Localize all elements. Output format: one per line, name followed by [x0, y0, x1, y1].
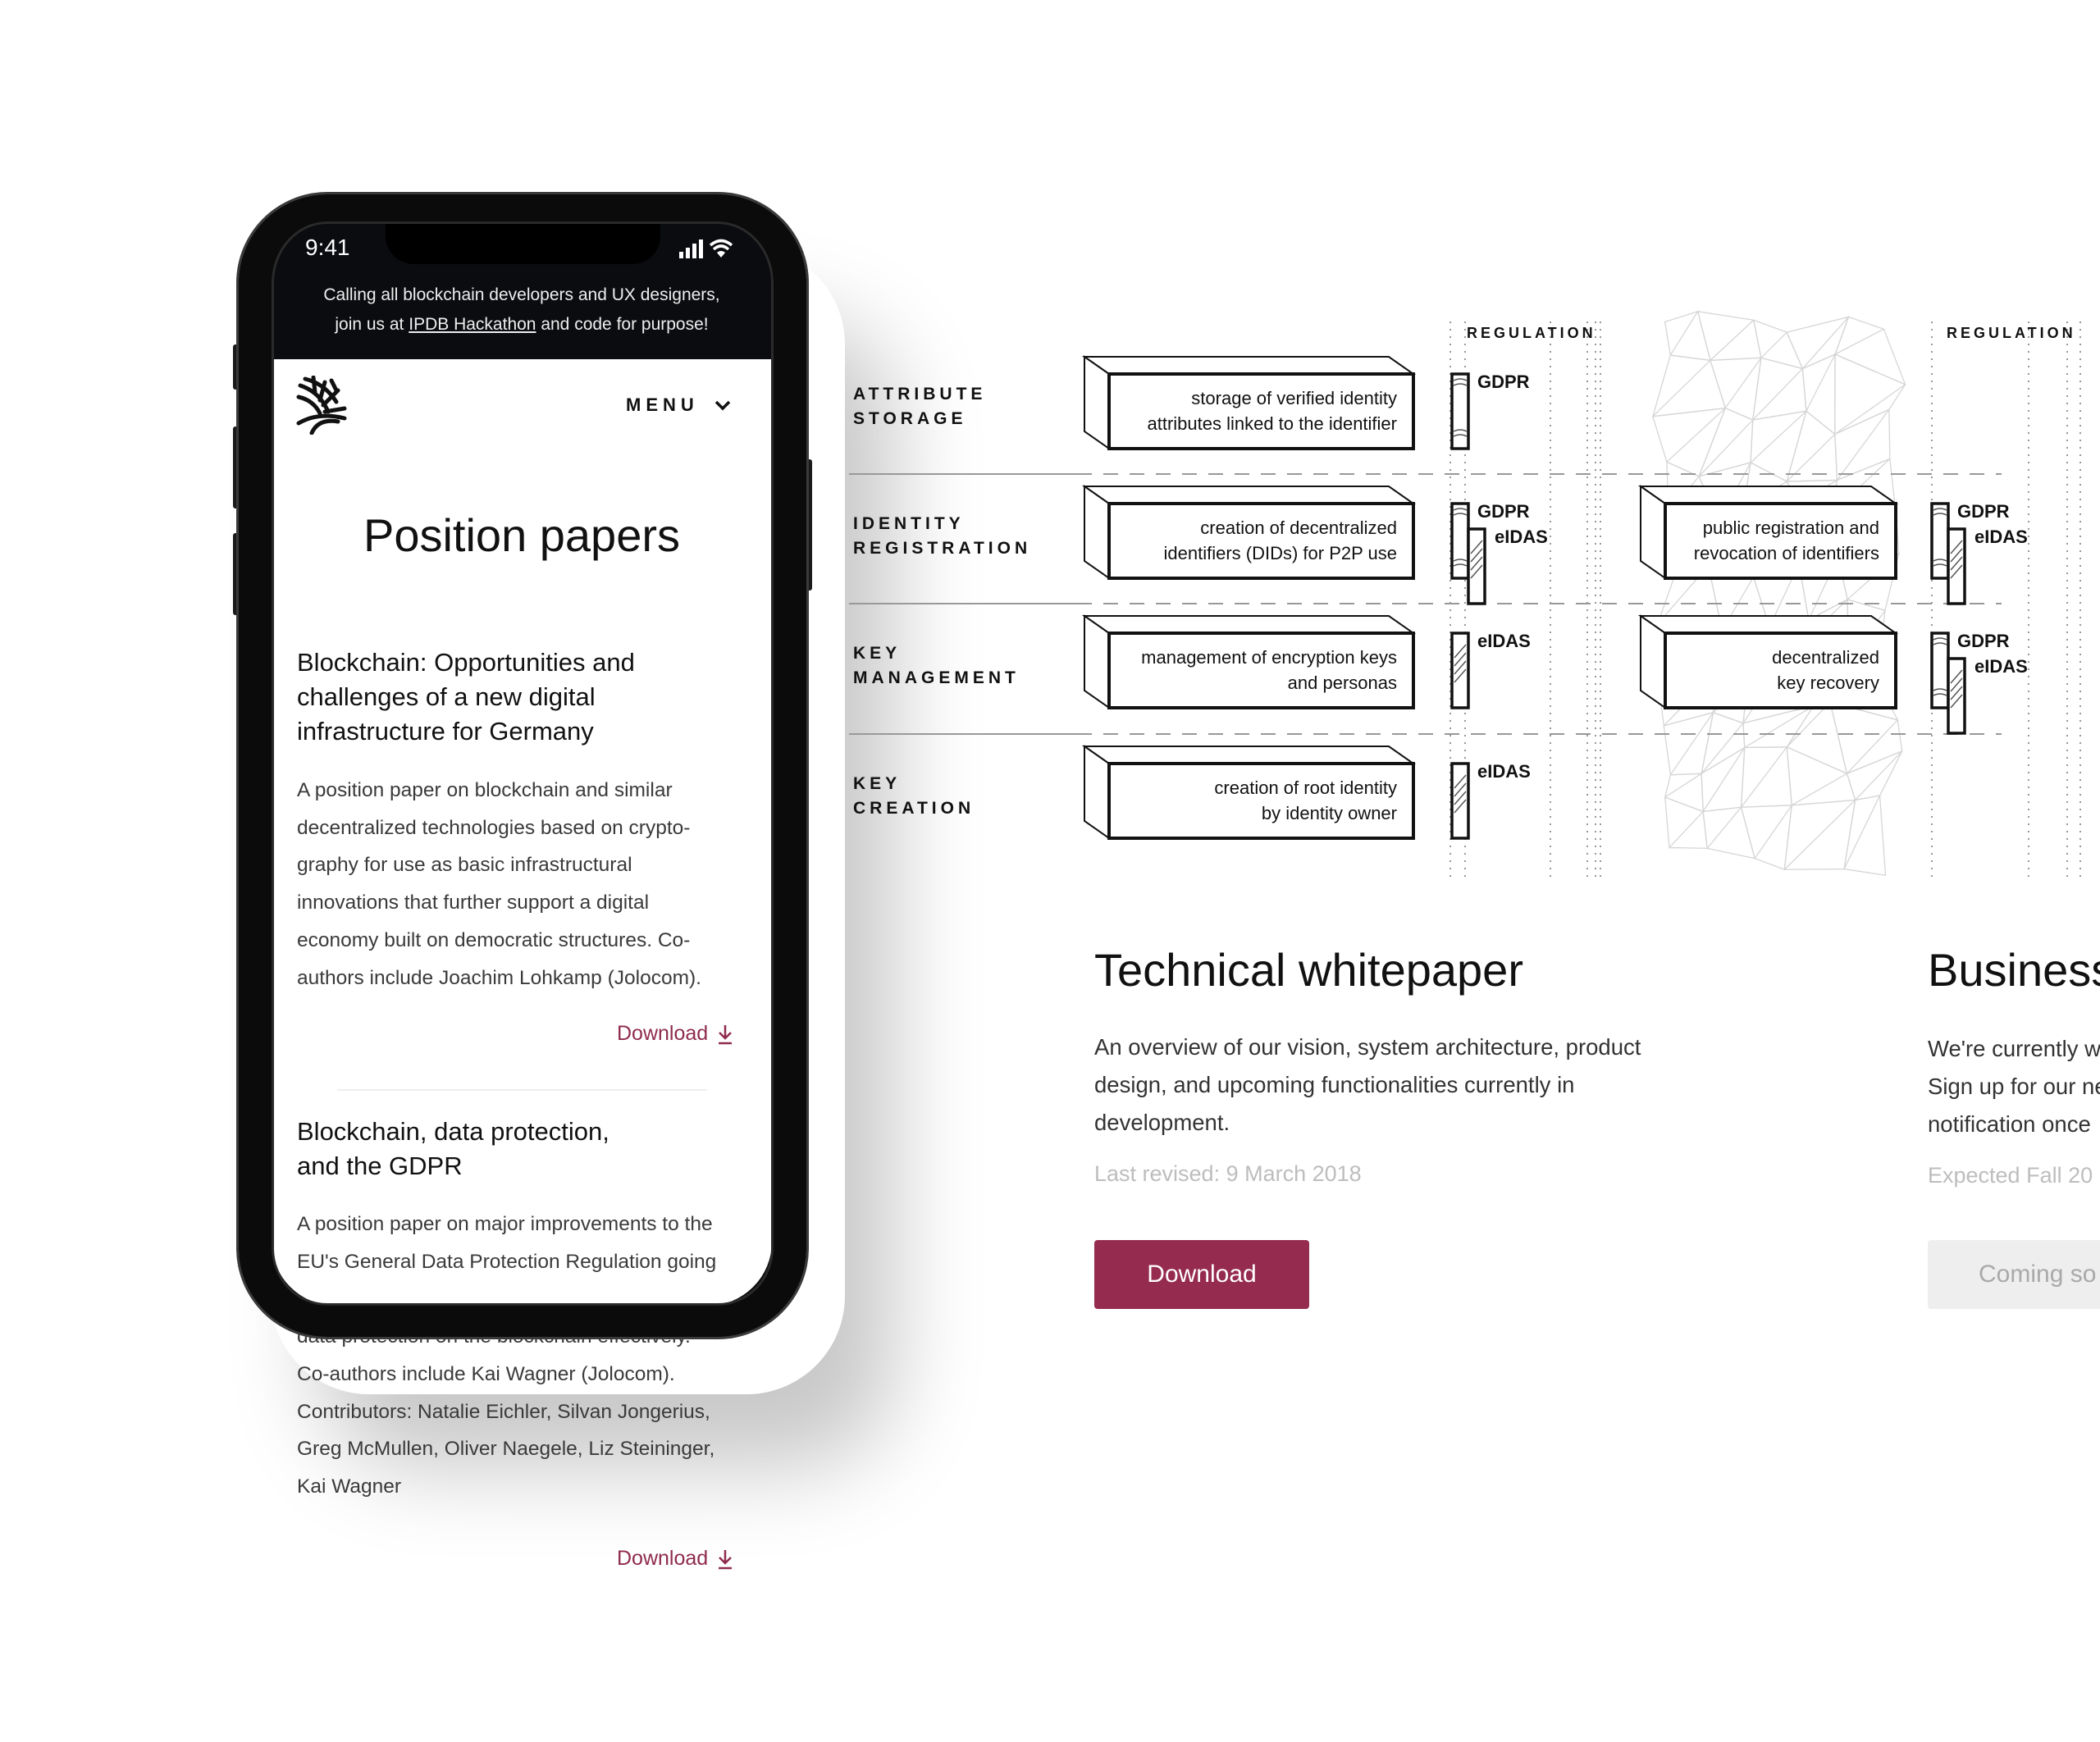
mesh-edge: [1696, 310, 1762, 362]
box-line: key recovery: [1777, 673, 1879, 693]
box-line: storage of verified identity: [1191, 388, 1397, 408]
business-whitepaper-description: We're currently w Sign up for our ne not…: [1928, 1030, 2100, 1143]
regulation-bar-gdpr: [1930, 632, 1950, 709]
box-line: management of encryption keys: [1141, 647, 1397, 668]
article-body-line: Contributors: Natalie Eichler, Silvan Jo…: [297, 1400, 710, 1423]
regulation-bar-eidas: [1467, 527, 1486, 605]
last-revised: Last revised: 9 March 2018: [1094, 1161, 1362, 1186]
regulation-bar-gdpr: [1930, 502, 1950, 580]
phone-bezel: [239, 194, 806, 1337]
description-line: Sign up for our ne: [1928, 1074, 2100, 1099]
description-line: design, and upcoming functionalities cur…: [1094, 1072, 1575, 1097]
description-line: We're currently w: [1928, 1036, 2100, 1061]
component-box-text: creation of root identity by identity own…: [1109, 764, 1413, 838]
mesh-edge: [1846, 750, 1903, 801]
mesh-edge: [1740, 805, 1793, 871]
network-mesh-graphic: [1651, 310, 1906, 876]
mesh-edge: [1651, 354, 1727, 418]
box-line: decentralized: [1772, 647, 1879, 668]
download-arrow-icon: [719, 1549, 733, 1569]
regulation-bar-eidas: [1450, 762, 1470, 840]
mesh-edge: [1786, 701, 1848, 775]
expected-date: Expected Fall 20: [1928, 1163, 2093, 1188]
technical-whitepaper-description: An overview of our vision, system archit…: [1094, 1028, 1641, 1142]
regulation-bar-eidas: [1947, 657, 1966, 735]
regulation-label-eidas: eIDAS: [1974, 527, 2028, 547]
article-body-line: Greg McMullen, Oliver Naegele, Liz Stein…: [297, 1438, 715, 1461]
component-box-text: storage of verified identity attributes l…: [1109, 374, 1413, 449]
regulation-label-gdpr: GDPR: [1477, 501, 1530, 522]
article-body-line: Co-authors include Kai Wagner (Jolocom).: [297, 1362, 675, 1385]
box-line: by identity owner: [1261, 803, 1397, 823]
regulation-bar-eidas: [1947, 527, 1966, 605]
mesh-edge: [1843, 795, 1887, 876]
box-line: attributes linked to the identifier: [1147, 413, 1397, 434]
box-line: revocation of identifiers: [1693, 543, 1879, 563]
mesh-edge: [1834, 353, 1906, 436]
description-line: notification once: [1928, 1111, 2091, 1137]
mesh-edge: [1783, 799, 1857, 871]
regulation-bar-gdpr: [1450, 372, 1470, 450]
mesh-edge: [1664, 773, 1704, 813]
box-line: public registration and: [1702, 518, 1879, 538]
article-body-line: Kai Wagner: [297, 1475, 402, 1498]
mesh-edge: [1742, 705, 1815, 749]
component-box-text: public registration and revocation of ide…: [1665, 504, 1896, 578]
regulation-label-eidas: eIDAS: [1495, 527, 1548, 547]
box-line: identifiers (DIDs) for P2P use: [1163, 543, 1397, 563]
business-whitepaper-title: Business: [1928, 944, 2100, 996]
box-line: creation of root identity: [1214, 778, 1397, 798]
regulation-bar-eidas: [1450, 632, 1470, 709]
coming-soon-button[interactable]: Coming so: [1928, 1240, 2100, 1309]
mesh-edge: [1786, 746, 1856, 806]
mesh-edge: [1751, 357, 1807, 422]
mesh-edge: [1701, 746, 1746, 814]
regulation-label-eidas: eIDAS: [1974, 656, 2028, 677]
mesh-edge: [1664, 796, 1708, 850]
component-box-text: decentralized key recovery: [1665, 633, 1896, 708]
mesh-edge: [1663, 711, 1715, 777]
component-box-text: management of encryption keys and persona…: [1109, 633, 1413, 708]
mesh-edge: [1702, 806, 1756, 860]
mesh-edge: [1740, 746, 1792, 809]
technical-download-button[interactable]: Download: [1094, 1240, 1309, 1309]
mesh-edge: [1710, 357, 1763, 421]
article-download-link[interactable]: Download: [617, 1547, 734, 1571]
component-box-text: creation of decentralized identifiers (DI…: [1109, 504, 1413, 578]
box-line: creation of decentralized: [1200, 518, 1397, 538]
regulation-label-gdpr: GDPR: [1957, 501, 2010, 522]
mesh-edge: [1801, 353, 1837, 436]
mesh-edge: [1833, 316, 1906, 386]
mesh-edge: [1701, 711, 1746, 774]
mesh-edge: [1651, 407, 1728, 477]
mesh-edge: [1698, 407, 1754, 477]
download-label: Download: [617, 1547, 709, 1570]
regulation-label-gdpr: GDPR: [1477, 372, 1530, 392]
regulation-label-eidas: eIDAS: [1477, 631, 1531, 651]
regulation-label-gdpr: GDPR: [1957, 631, 2010, 651]
regulation-label-eidas: eIDAS: [1477, 761, 1531, 782]
box-line: and personas: [1287, 673, 1397, 693]
technical-whitepaper-title: Technical whitepaper: [1094, 944, 1523, 996]
regulation-bar-gdpr: [1450, 502, 1470, 580]
description-line: An overview of our vision, system archit…: [1094, 1034, 1641, 1060]
description-line: development.: [1094, 1110, 1230, 1135]
